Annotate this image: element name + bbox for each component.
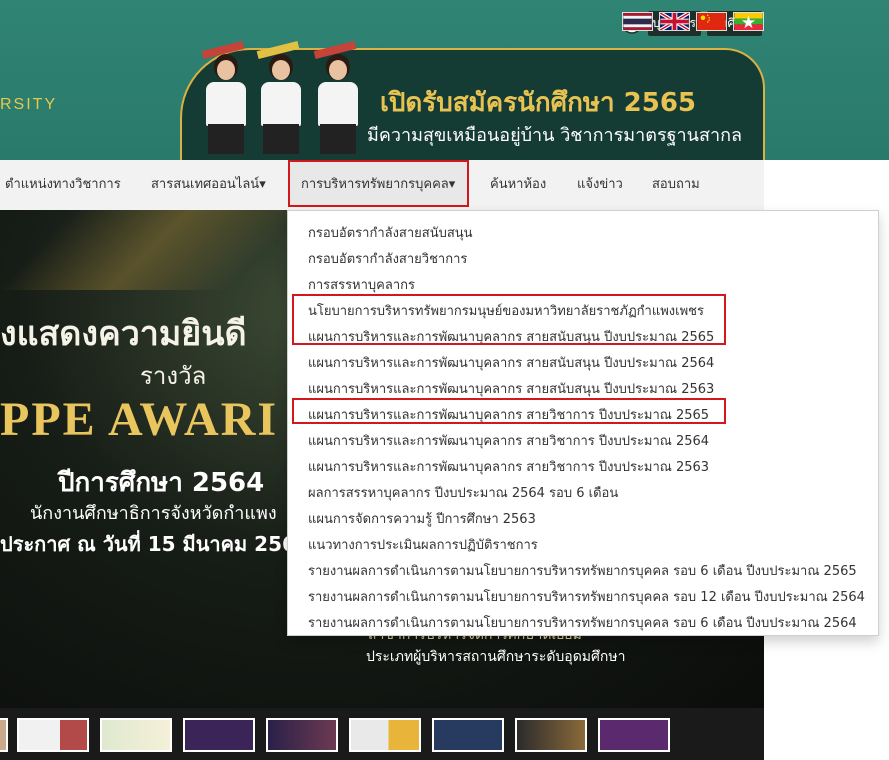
nav-news[interactable]: แจ้งข่าว bbox=[577, 160, 623, 210]
hero-award-label: รางวัล bbox=[140, 362, 207, 390]
slide-thumbnail[interactable] bbox=[598, 718, 670, 752]
slide-thumbnails bbox=[0, 708, 764, 760]
slide-thumbnail[interactable] bbox=[432, 718, 504, 752]
hero-announcement-date: ประกาศ ณ วันที่ 15 มีนาคม 256 bbox=[0, 532, 296, 556]
student-figure bbox=[255, 41, 307, 156]
slide-thumbnail[interactable] bbox=[515, 718, 587, 752]
menu-item-performance-evaluation[interactable]: แนวทางการประเมินผลการปฏิบัติราชการ bbox=[308, 534, 538, 555]
nav-inquiry[interactable]: สอบถาม bbox=[652, 160, 700, 210]
uk-flag-icon[interactable] bbox=[659, 12, 690, 31]
thai-flag-icon[interactable] bbox=[622, 12, 653, 31]
nav-room-search[interactable]: ค้นหาห้อง bbox=[490, 160, 546, 210]
slide-thumbnail[interactable] bbox=[100, 718, 172, 752]
hero-organization: นักงานศึกษาธิการจังหวัดกำแพง bbox=[30, 503, 277, 524]
nav-academic-positions[interactable]: ตำแหน่งทางวิชาการ bbox=[5, 160, 121, 210]
site-header: RSITY บุคลากร นักศึกษา bbox=[0, 0, 889, 160]
slide-thumbnail[interactable] bbox=[266, 718, 338, 752]
slide-thumbnail[interactable] bbox=[17, 718, 89, 752]
slide-thumbnail[interactable] bbox=[183, 718, 255, 752]
nav-human-resources[interactable]: การบริหารทรัพยากรบุคคล▾ bbox=[301, 160, 455, 210]
hero-heading: งแสดงความยินดี bbox=[0, 314, 247, 354]
hero-award-name: PPE AWARI bbox=[0, 393, 279, 446]
menu-item-report-6m-2564[interactable]: รายงานผลการดำเนินการตามนโยบายการบริหารทร… bbox=[308, 612, 857, 633]
banner-title: เปิดรับสมัครนักศึกษา 2565 bbox=[380, 88, 697, 118]
highlight-box bbox=[292, 398, 726, 424]
menu-item-academic-plan-2564[interactable]: แผนการบริหารและการพัฒนาบุคลากร สายวิชากา… bbox=[308, 430, 709, 451]
highlight-box bbox=[292, 294, 726, 345]
menu-item-academic-staff-framework[interactable]: กรอบอัตรากำลังสายวิชาการ bbox=[308, 248, 467, 269]
hr-dropdown-menu: กรอบอัตรากำลังสายสนับสนุน กรอบอัตรากำลัง… bbox=[287, 210, 879, 636]
hero-caption-type: ประเภทผู้บริหารสถานศึกษาระดับอุดมศึกษา bbox=[366, 649, 626, 665]
student-figure bbox=[312, 41, 364, 156]
slide-thumbnail[interactable] bbox=[349, 718, 421, 752]
nav-online-information[interactable]: สารสนเทศออนไลน์▾ bbox=[151, 160, 266, 210]
myanmar-flag-icon[interactable] bbox=[733, 12, 764, 31]
menu-item-academic-plan-2563[interactable]: แผนการบริหารและการพัฒนาบุคลากร สายวิชากา… bbox=[308, 456, 709, 477]
hero-decoration bbox=[0, 210, 300, 290]
menu-item-knowledge-management[interactable]: แผนการจัดการความรู้ ปีการศึกษา 2563 bbox=[308, 508, 536, 529]
china-flag-icon[interactable] bbox=[696, 12, 727, 31]
university-name: RSITY bbox=[0, 96, 58, 113]
menu-item-support-plan-2564[interactable]: แผนการบริหารและการพัฒนาบุคลากร สายสนับสน… bbox=[308, 352, 714, 373]
banner-subtitle: มีความสุขเหมือนอยู่บ้าน วิชาการมาตรฐานสา… bbox=[367, 125, 742, 146]
menu-item-recruitment[interactable]: การสรรหาบุคลากร bbox=[308, 274, 415, 295]
menu-item-support-staff-framework[interactable]: กรอบอัตรากำลังสายสนับสนุน bbox=[308, 222, 473, 243]
menu-item-support-plan-2563[interactable]: แผนการบริหารและการพัฒนาบุคลากร สายสนับสน… bbox=[308, 378, 714, 399]
menu-item-report-6m-2565[interactable]: รายงานผลการดำเนินการตามนโยบายการบริหารทร… bbox=[308, 560, 857, 581]
hero-academic-year: ปีการศึกษา 2564 bbox=[58, 468, 265, 498]
language-flags bbox=[622, 12, 764, 31]
menu-item-recruitment-results[interactable]: ผลการสรรหาบุคลากร ปีงบประมาณ 2564 รอบ 6 … bbox=[308, 482, 618, 503]
menu-item-report-12m-2564[interactable]: รายงานผลการดำเนินการตามนโยบายการบริหารทร… bbox=[308, 586, 865, 607]
student-figure bbox=[200, 41, 252, 156]
slide-thumbnail[interactable] bbox=[0, 718, 8, 752]
